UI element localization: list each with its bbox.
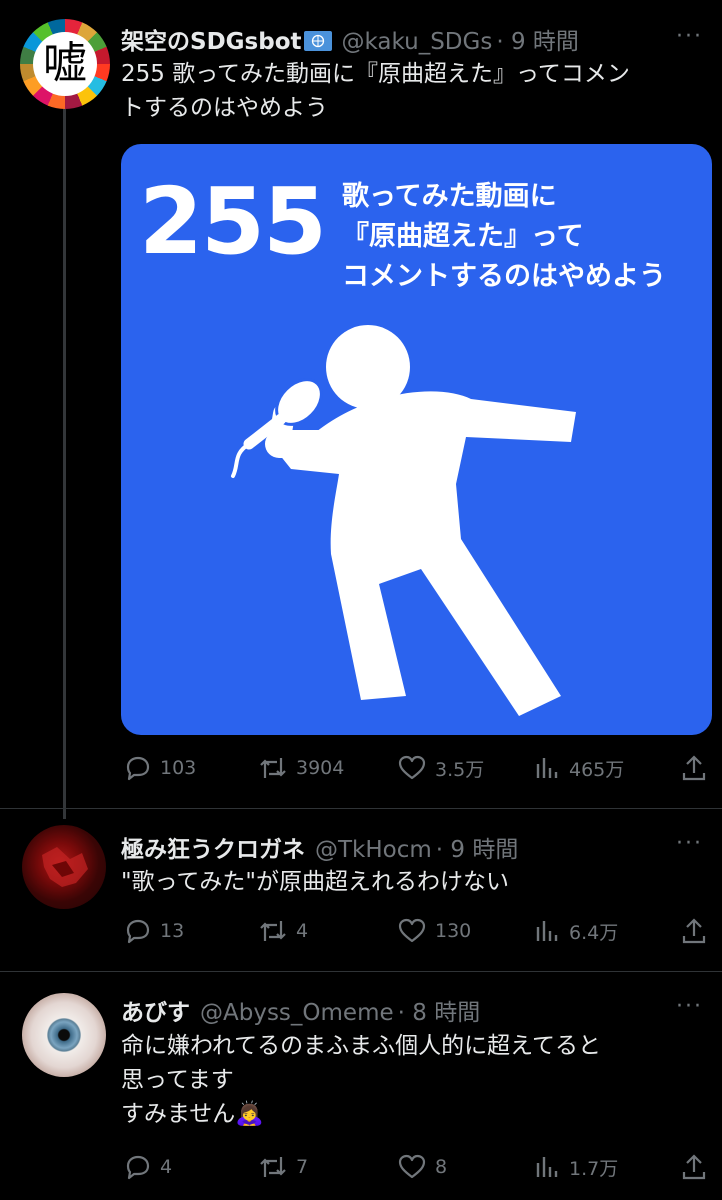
avatar-abyss[interactable] [22,993,106,1077]
views-count: 465万 [569,758,625,781]
avatar-character: 嘘 [43,38,87,89]
user-handle[interactable]: @Abyss_Omeme [200,1000,394,1026]
reply-count: 103 [160,757,197,779]
share-button[interactable] [681,754,707,782]
user-handle[interactable]: @kaku_SDGs [342,29,493,55]
post-text: 255 歌ってみた動画に『原曲超えた』ってコメン トするのはやめよう [121,57,711,125]
post-text-line: トするのはやめよう [121,95,328,121]
views-chart-icon [536,921,558,941]
singer-pictogram-icon [231,325,576,716]
repost-icon [260,1157,286,1177]
repost-count: 3904 [296,757,345,779]
repost-button[interactable]: 7 [258,1153,308,1181]
reply-icon [126,919,150,944]
views-chart-icon [536,1157,558,1177]
un-flag-icon [303,31,332,51]
reply-count: 4 [160,1156,173,1178]
share-icon [682,1154,706,1180]
share-button[interactable] [681,1153,707,1181]
views-chart-icon [536,758,558,778]
views-count: 1.7万 [569,1157,619,1180]
reply-button[interactable]: 103 [124,754,196,782]
post-actions: 4 7 8 1.7万 [0,1151,722,1183]
display-name[interactable]: あびす [121,993,190,1027]
repost-icon [260,921,286,941]
reply-icon [126,756,150,781]
post-actions: 13 4 130 6.4万 [0,915,722,947]
reply-button[interactable]: 4 [124,1153,172,1181]
separator [0,808,722,809]
share-icon [682,755,706,781]
heart-icon [398,918,426,943]
views-count: 6.4万 [569,921,619,944]
more-options-icon[interactable]: ··· [676,831,703,856]
post-header: 極み狂うクロガネ @TkHocm · 9 時間 [121,830,518,864]
like-count: 130 [435,920,472,942]
like-count: 8 [435,1156,448,1178]
avatar-kurogane[interactable] [22,825,106,909]
repost-count: 7 [296,1156,309,1178]
avatar-inner: 嘘 [33,32,97,96]
post-header: あびす @Abyss_Omeme · 8 時間 [121,993,480,1027]
separator [0,971,722,972]
post-actions: 103 3904 3.5万 465万 [0,752,722,784]
share-icon [682,918,706,944]
avatar-sdgsbot[interactable]: 嘘 [20,19,110,109]
post-text-line: "歌ってみた"が原曲超えれるわけない [121,869,510,895]
views-button[interactable]: 1.7万 [535,1153,618,1181]
reply-button[interactable]: 13 [124,917,184,945]
repost-count: 4 [296,920,309,942]
repost-button[interactable]: 3904 [258,754,344,782]
thread-connector-line [63,97,66,819]
like-count: 3.5万 [435,758,485,781]
more-options-icon[interactable]: ··· [676,994,703,1019]
post-image[interactable]: 255 歌ってみた動画に 『原曲超えた』って コメントするのはやめよう [121,144,712,735]
repost-icon [260,758,286,778]
post-text-line-content: すみません [121,1101,236,1127]
bowing-emoji: 🙇‍♀️ [235,1101,264,1127]
more-options-icon[interactable]: ··· [676,24,703,49]
post-time[interactable]: · 9 時間 [496,22,579,56]
heart-icon [398,755,426,780]
share-button[interactable] [681,917,707,945]
views-button[interactable]: 6.4万 [535,917,618,945]
reply-count: 13 [160,920,185,942]
like-button[interactable]: 3.5万 [397,754,484,782]
post-header: 架空のSDGsbot @kaku_SDGs · 9 時間 [121,22,579,56]
post-text-line: すみません🙇‍♀️ [121,1097,711,1131]
post-text: 命に嫌われてるのまふまふ個人的に超えてると 思ってます すみません🙇‍♀️ [121,1029,711,1131]
display-name[interactable]: 極み狂うクロガネ [121,830,305,864]
post-text-line: 思ってます [121,1067,234,1093]
post-text-line: 命に嫌われてるのまふまふ個人的に超えてると [121,1033,602,1059]
post-text: "歌ってみた"が原曲超えれるわけない [121,865,711,899]
post-time[interactable]: · 9 時間 [436,830,519,864]
heart-icon [398,1154,426,1179]
user-handle[interactable]: @TkHocm [315,837,432,863]
post-text-line: 255 歌ってみた動画に『原曲超えた』ってコメン [121,61,630,87]
display-name[interactable]: 架空のSDGsbot [121,22,302,56]
repost-button[interactable]: 4 [258,917,308,945]
avatar-texture [42,847,88,887]
views-button[interactable]: 465万 [535,754,624,782]
reply-icon [126,1155,150,1180]
like-button[interactable]: 8 [397,1153,447,1181]
like-button[interactable]: 130 [397,917,471,945]
post-time[interactable]: · 8 時間 [398,993,481,1027]
